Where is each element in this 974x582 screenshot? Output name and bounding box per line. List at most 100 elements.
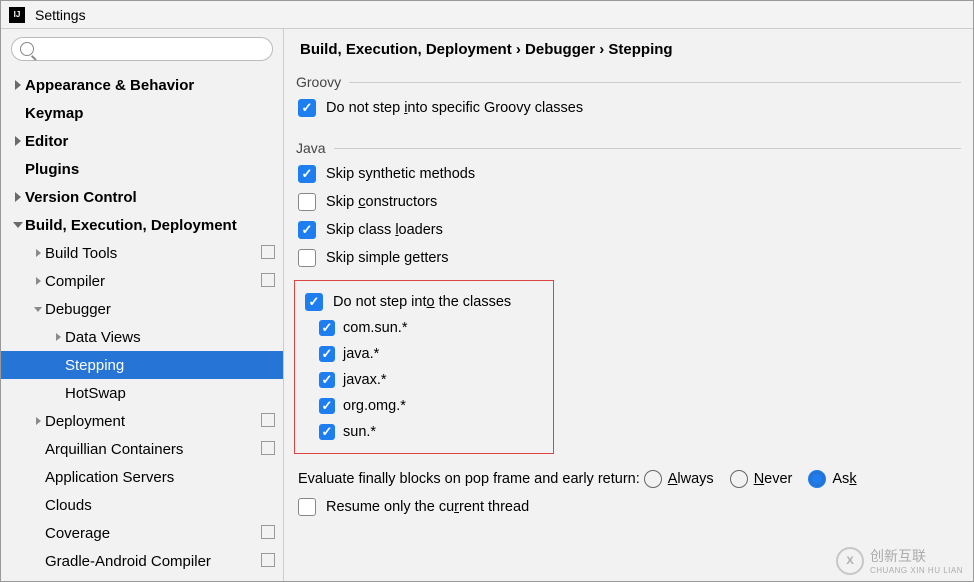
search-icon xyxy=(20,42,34,56)
sidebar-item-stepping[interactable]: Stepping xyxy=(1,351,283,379)
profile-scope-icon xyxy=(263,555,275,567)
sidebar-item-label: Application Servers xyxy=(45,469,275,486)
sidebar-item-plugins[interactable]: Plugins xyxy=(1,155,283,183)
radio-icon[interactable] xyxy=(644,470,662,488)
checkbox-icon[interactable] xyxy=(298,249,316,267)
checkbox-icon[interactable] xyxy=(319,372,335,388)
evaluate-finally-row: Evaluate finally blocks on pop frame and… xyxy=(284,454,973,492)
chevron-right-icon[interactable] xyxy=(15,136,21,146)
chevron-right-icon[interactable] xyxy=(36,277,41,285)
radio-icon[interactable] xyxy=(730,470,748,488)
checkbox-icon[interactable] xyxy=(319,320,335,336)
watermark: X 创新互联 CHUANG XIN HU LIAN xyxy=(836,546,963,575)
breadcrumb-p1: Build, Execution, Deployment xyxy=(300,41,512,58)
profile-scope-icon xyxy=(263,527,275,539)
evaluate-radio-group: Always Never Ask xyxy=(644,470,857,488)
settings-tree: Appearance & Behavior Keymap Editor Plugins… xyxy=(1,67,283,581)
class-filter-label: com.sun.* xyxy=(343,320,407,336)
sidebar-item-label: Coverage xyxy=(45,525,263,542)
profile-scope-icon xyxy=(263,443,275,455)
sidebar-item-compiler[interactable]: Compiler xyxy=(1,267,283,295)
opt-skip-constructors[interactable]: Skip constructors xyxy=(284,188,973,216)
class-filter-item[interactable]: java.* xyxy=(299,341,549,367)
opt-resume-current-thread[interactable]: Resume only the current thread xyxy=(284,492,973,520)
checkbox-icon[interactable] xyxy=(298,498,316,516)
class-filter-item[interactable]: com.sun.* xyxy=(299,315,549,341)
class-filter-item[interactable]: org.omg.* xyxy=(299,393,549,419)
chevron-right-icon[interactable] xyxy=(36,417,41,425)
sidebar-item-data-views[interactable]: Data Views xyxy=(1,323,283,351)
radio-always[interactable]: Always xyxy=(644,470,714,488)
opt-skip-classloaders[interactable]: Skip class loaders xyxy=(284,216,973,244)
chevron-right-icon[interactable] xyxy=(36,249,41,257)
sidebar-item-editor[interactable]: Editor xyxy=(1,127,283,155)
sidebar-item-keymap[interactable]: Keymap xyxy=(1,99,283,127)
sidebar-item-label: Stepping xyxy=(65,357,275,374)
sidebar-item-label: Gradle-Android Compiler xyxy=(45,553,263,570)
class-filter-label: javax.* xyxy=(343,372,387,388)
highlighted-box: Do not step into the classes com.sun.* ja… xyxy=(294,280,554,454)
sidebar-item-label: Version Control xyxy=(25,189,275,206)
class-filter-item[interactable]: sun.* xyxy=(299,419,549,445)
sidebar-item-deployment[interactable]: Deployment xyxy=(1,407,283,435)
chevron-right-icon[interactable] xyxy=(15,80,21,90)
sidebar-item-build-tools[interactable]: Build Tools xyxy=(1,239,283,267)
radio-ask[interactable]: Ask xyxy=(808,470,856,488)
checkbox-icon[interactable] xyxy=(305,293,323,311)
checkbox-icon[interactable] xyxy=(319,424,335,440)
chevron-right-icon[interactable] xyxy=(56,333,61,341)
breadcrumb-p2: Debugger xyxy=(525,41,595,58)
sidebar-item-gradle-android-compiler[interactable]: Gradle-Android Compiler xyxy=(1,547,283,575)
opt-skip-getters[interactable]: Skip simple getters xyxy=(284,244,973,272)
checkbox-icon[interactable] xyxy=(298,221,316,239)
opt-skip-synthetic[interactable]: Skip synthetic methods xyxy=(284,160,973,188)
watermark-logo-icon: X xyxy=(836,547,864,575)
sidebar-item-build-execution-deployment[interactable]: Build, Execution, Deployment xyxy=(1,211,283,239)
sidebar-item-coverage[interactable]: Coverage xyxy=(1,519,283,547)
class-filter-label: org.omg.* xyxy=(343,398,406,414)
sidebar-item-appearance-behavior[interactable]: Appearance & Behavior xyxy=(1,71,283,99)
sidebar-item-label: Compiler xyxy=(45,273,263,290)
checkbox-icon[interactable] xyxy=(319,346,335,362)
chevron-right-icon[interactable] xyxy=(15,192,21,202)
class-filter-list: com.sun.* java.* javax.* org.omg.* sun.* xyxy=(299,315,549,445)
sidebar-item-clouds[interactable]: Clouds xyxy=(1,491,283,519)
breadcrumb: Build, Execution, Deployment › Debugger … xyxy=(284,29,973,66)
opt-dont-step-classes[interactable]: Do not step into the classes xyxy=(299,289,549,315)
section-groovy: Groovy xyxy=(284,66,973,94)
section-java: Java xyxy=(284,132,973,160)
checkbox-icon[interactable] xyxy=(298,99,316,117)
sidebar-item-arquillian-containers[interactable]: Arquillian Containers xyxy=(1,435,283,463)
search-wrapper[interactable] xyxy=(11,37,273,61)
radio-icon[interactable] xyxy=(808,470,826,488)
sidebar-item-label: Keymap xyxy=(25,105,275,122)
search-row xyxy=(1,29,283,67)
search-input[interactable] xyxy=(40,42,264,57)
breadcrumb-p3: Stepping xyxy=(608,41,672,58)
sidebar: Appearance & Behavior Keymap Editor Plugins… xyxy=(1,29,284,581)
titlebar: Settings xyxy=(1,1,973,29)
sidebar-item-label: Build Tools xyxy=(45,245,263,262)
sidebar-item-label: Appearance & Behavior xyxy=(25,77,275,94)
class-filter-item[interactable]: javax.* xyxy=(299,367,549,393)
profile-scope-icon xyxy=(263,275,275,287)
sidebar-item-version-control[interactable]: Version Control xyxy=(1,183,283,211)
checkbox-icon[interactable] xyxy=(298,193,316,211)
chevron-down-icon[interactable] xyxy=(13,222,23,228)
sidebar-item-debugger[interactable]: Debugger xyxy=(1,295,283,323)
chevron-down-icon[interactable] xyxy=(34,307,42,312)
sidebar-item-hotswap[interactable]: HotSwap xyxy=(1,379,283,407)
radio-never[interactable]: Never xyxy=(730,470,793,488)
opt-groovy-dont-step[interactable]: Do not step into specific Groovy classes xyxy=(284,94,973,122)
main-panel: Build, Execution, Deployment › Debugger … xyxy=(284,29,973,581)
sidebar-item-label: Build, Execution, Deployment xyxy=(25,217,275,234)
checkbox-icon[interactable] xyxy=(319,398,335,414)
content: Appearance & Behavior Keymap Editor Plugins… xyxy=(1,29,973,581)
sidebar-item-label: Clouds xyxy=(45,497,275,514)
sidebar-item-application-servers[interactable]: Application Servers xyxy=(1,463,283,491)
class-filter-label: java.* xyxy=(343,346,379,362)
sidebar-item-label: Arquillian Containers xyxy=(45,441,263,458)
sidebar-item-label: Editor xyxy=(25,133,275,150)
app-icon xyxy=(9,7,25,23)
checkbox-icon[interactable] xyxy=(298,165,316,183)
